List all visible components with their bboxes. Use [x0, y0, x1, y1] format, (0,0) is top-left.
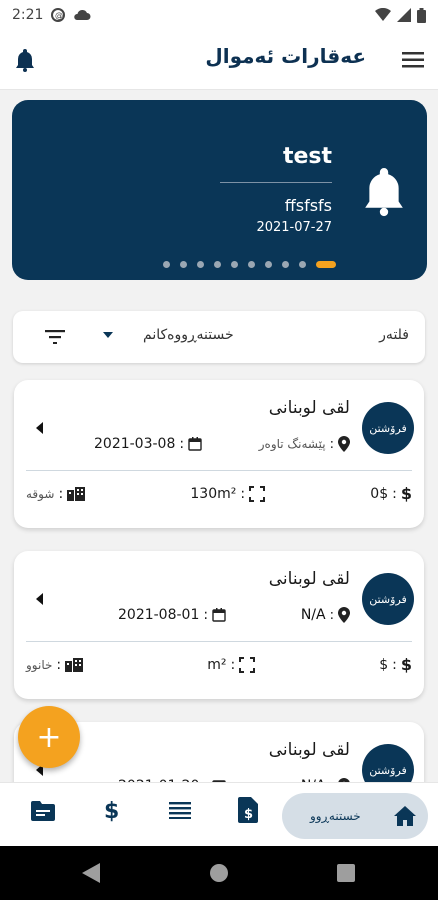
listing-details-row: شوقە : 130m² : 0$ : $ — [26, 484, 412, 503]
app-bar: عەقارات ئەموال — [0, 30, 438, 90]
carousel-dot[interactable] — [265, 261, 272, 268]
add-listing-button[interactable]: + — [18, 706, 80, 768]
calendar-icon — [212, 608, 226, 622]
location-pin-icon — [338, 607, 350, 623]
carousel-dot[interactable] — [282, 261, 289, 268]
listing-card[interactable]: فرۆشتن لقی لوبنانی 2021-03-08 : پێشەنگ ت… — [14, 380, 424, 528]
expand-arrow-icon[interactable] — [36, 422, 43, 434]
location-pin-icon — [338, 436, 350, 452]
listing-title: لقی لوبنانی — [268, 398, 350, 418]
nav-home-button[interactable]: خستنەڕوو — [282, 793, 428, 839]
calendar-icon — [188, 437, 202, 451]
building-icon — [67, 486, 86, 501]
property-type: خانوو : — [26, 657, 84, 673]
nav-folder-icon[interactable] — [31, 801, 55, 821]
banner-subtitle: ffsfsfs — [284, 196, 332, 215]
svg-text:@: @ — [55, 11, 63, 20]
carousel-dot[interactable] — [231, 261, 238, 268]
carousel-dot[interactable] — [299, 261, 306, 268]
listing-date-value: 2021-03-08 — [94, 436, 176, 452]
listing-details-row: خانوو : m² : $ : $ — [26, 655, 412, 674]
property-area-value: m² — [207, 656, 227, 673]
cloud-icon — [74, 9, 91, 20]
announcement-banner[interactable]: test ffsfsfs 2021-07-27 — [12, 100, 427, 280]
bottom-navigation: $ $ خستنەڕوو — [0, 782, 438, 846]
banner-bell-icon — [365, 168, 403, 217]
filter-bar: خستنەڕووەکانم فلتەر — [13, 311, 425, 363]
card-divider — [26, 641, 412, 642]
nav-home-label: خستنەڕوو — [310, 809, 361, 823]
card-divider — [26, 470, 412, 471]
status-time: 2:21 — [12, 7, 44, 23]
system-navigation-bar — [0, 846, 438, 900]
expand-arrow-icon[interactable] — [36, 593, 43, 605]
status-bar: 2:21 @ — [0, 0, 438, 30]
notification-status-icon: @ — [51, 8, 66, 22]
listing-type-badge: فرۆشتن — [362, 573, 414, 625]
property-area: 130m² : — [190, 485, 266, 502]
listing-date-value: 2021-08-01 — [118, 607, 200, 623]
nav-payments-icon[interactable]: $ — [104, 799, 119, 824]
app-title: عەقارات ئەموال — [205, 44, 366, 68]
battery-icon — [417, 7, 426, 23]
expand-area-icon — [239, 656, 256, 673]
listing-location: N/A : — [301, 607, 350, 623]
banner-title: test — [282, 144, 332, 169]
carousel-dot[interactable] — [248, 261, 255, 268]
banner-divider — [220, 182, 332, 183]
property-price-value: $ — [379, 656, 389, 673]
svg-text:$: $ — [244, 807, 253, 822]
listing-title: لقی لوبنانی — [268, 740, 350, 760]
nav-invoice-icon[interactable]: $ — [238, 797, 258, 823]
listing-location-value: N/A — [300, 607, 326, 623]
property-price-value: 0$ — [370, 485, 389, 502]
carousel-dot[interactable] — [180, 261, 187, 268]
property-area: m² : — [207, 656, 256, 673]
building-icon — [65, 657, 84, 672]
property-type-value: شوقە — [26, 486, 55, 501]
plus-icon: + — [36, 719, 62, 755]
sort-dropdown-value: خستنەڕووەکانم — [143, 327, 234, 343]
listing-location-value: پێشەنگ تاوەر — [258, 437, 326, 451]
system-home-icon[interactable] — [209, 863, 229, 883]
wifi-icon — [375, 8, 391, 21]
carousel-indicator[interactable] — [12, 261, 427, 268]
listing-location: پێشەنگ تاوەر : — [259, 436, 350, 452]
sort-dropdown[interactable]: خستنەڕووەکانم — [103, 327, 234, 343]
listing-date: 2021-03-08 : — [94, 436, 202, 452]
signal-icon — [397, 8, 411, 22]
expand-area-icon — [249, 485, 266, 502]
listing-type-badge: فرۆشتن — [362, 402, 414, 454]
filter-list-icon[interactable] — [45, 330, 65, 344]
listing-date: 2021-08-01 : — [118, 607, 226, 623]
dollar-icon: $ — [400, 655, 412, 674]
dollar-icon: $ — [400, 484, 412, 503]
carousel-dot[interactable] — [163, 261, 170, 268]
system-back-icon[interactable] — [82, 863, 100, 883]
banner-date: 2021-07-27 — [256, 220, 332, 235]
dropdown-arrow-icon — [103, 332, 113, 338]
property-type-value: خانوو — [26, 657, 53, 672]
home-icon — [394, 806, 416, 826]
system-recents-icon[interactable] — [337, 864, 355, 882]
filter-label: فلتەر — [379, 327, 409, 343]
carousel-dot[interactable] — [197, 261, 204, 268]
property-price: $ : $ — [379, 655, 412, 674]
listing-title: لقی لوبنانی — [268, 569, 350, 589]
carousel-dot[interactable] — [214, 261, 221, 268]
carousel-dot-active[interactable] — [316, 261, 336, 268]
listing-card[interactable]: فرۆشتن لقی لوبنانی 2021-08-01 : N/A : خا… — [14, 551, 424, 699]
notifications-bell-icon[interactable] — [14, 48, 36, 72]
nav-list-icon[interactable] — [169, 801, 191, 819]
property-area-value: 130m² — [190, 485, 237, 502]
property-price: 0$ : $ — [370, 484, 412, 503]
property-type: شوقە : — [26, 486, 86, 502]
menu-icon[interactable] — [402, 51, 424, 69]
